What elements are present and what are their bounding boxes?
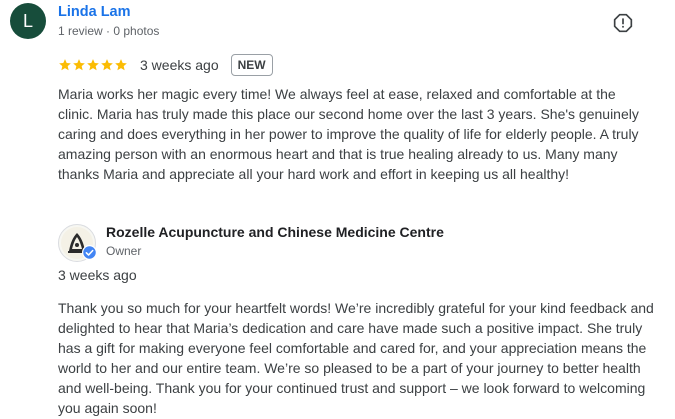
review-text: Maria works her magic every time! We alw…	[58, 86, 639, 182]
verified-badge	[82, 245, 97, 260]
reviewer-name[interactable]: Linda Lam	[58, 4, 131, 20]
owner-business-name[interactable]: Rozelle Acupuncture and Chinese Medicine…	[106, 224, 444, 240]
report-icon	[613, 13, 633, 33]
verified-check-icon	[82, 245, 97, 260]
owner-role: Owner	[106, 244, 142, 258]
star-icon	[115, 59, 127, 71]
star-icon	[73, 59, 85, 71]
reply-text: Thank you so much for your heartfelt wor…	[58, 300, 654, 416]
reviewer-avatar[interactable]: L	[10, 3, 46, 39]
star-icon	[59, 59, 71, 71]
star-icon	[87, 59, 99, 71]
rating-row: 3 weeks ago NEW	[58, 53, 273, 77]
reviewer-meta: 1 review · 0 photos	[58, 24, 160, 38]
new-badge: NEW	[230, 54, 273, 76]
avatar-letter: L	[22, 10, 33, 31]
star-rating	[58, 58, 128, 72]
star-icon	[101, 59, 113, 71]
review-date: 3 weeks ago	[140, 57, 219, 73]
report-review-button[interactable]	[610, 10, 636, 36]
reply-date: 3 weeks ago	[58, 267, 137, 283]
